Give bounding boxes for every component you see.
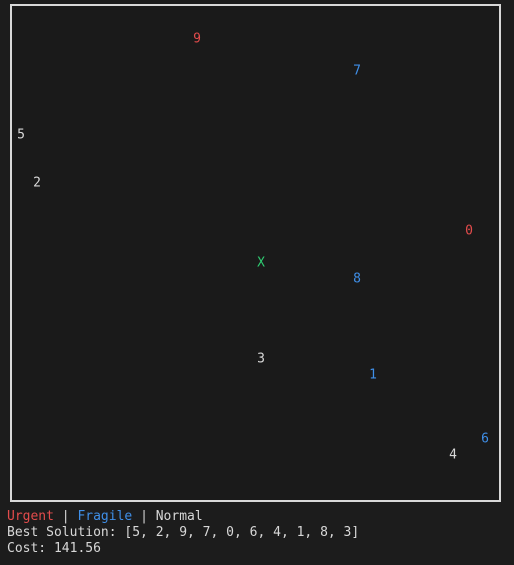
delivery-node-4: 4 [449,447,457,463]
route-plot-area: X 0 1 2 3 4 5 6 7 8 9 [10,4,501,502]
delivery-node-7: 7 [353,63,361,79]
cost-value: 141.56 [53,541,101,556]
delivery-node-1: 1 [369,367,377,383]
cost-line: Cost: 141.56 [7,541,359,557]
delivery-node-5: 5 [17,127,25,143]
legend-normal: Normal [155,509,203,524]
routing-visualizer-window: X 0 1 2 3 4 5 6 7 8 9 Urgent | Fragile | Normal B… [0,0,514,565]
legend: Urgent | Fragile | Normal [7,509,359,525]
depot-marker: X [257,255,265,271]
best-solution-label: Best Solution: [7,525,125,540]
cost-label: Cost: [7,541,54,556]
legend-separator: | [132,509,156,524]
legend-urgent: Urgent [7,509,54,524]
delivery-node-2: 2 [33,175,41,191]
status-footer: Urgent | Fragile | Normal Best Solution:… [7,509,359,557]
delivery-node-0: 0 [465,223,473,239]
best-solution-value: [5, 2, 9, 7, 0, 6, 4, 1, 8, 3] [124,525,360,540]
legend-separator: | [53,509,78,524]
delivery-node-9: 9 [193,31,201,47]
best-solution-line: Best Solution: [5, 2, 9, 7, 0, 6, 4, 1, … [7,525,359,541]
delivery-node-8: 8 [353,271,361,287]
legend-fragile: Fragile [77,509,133,524]
delivery-node-6: 6 [481,431,489,447]
delivery-node-3: 3 [257,351,265,367]
